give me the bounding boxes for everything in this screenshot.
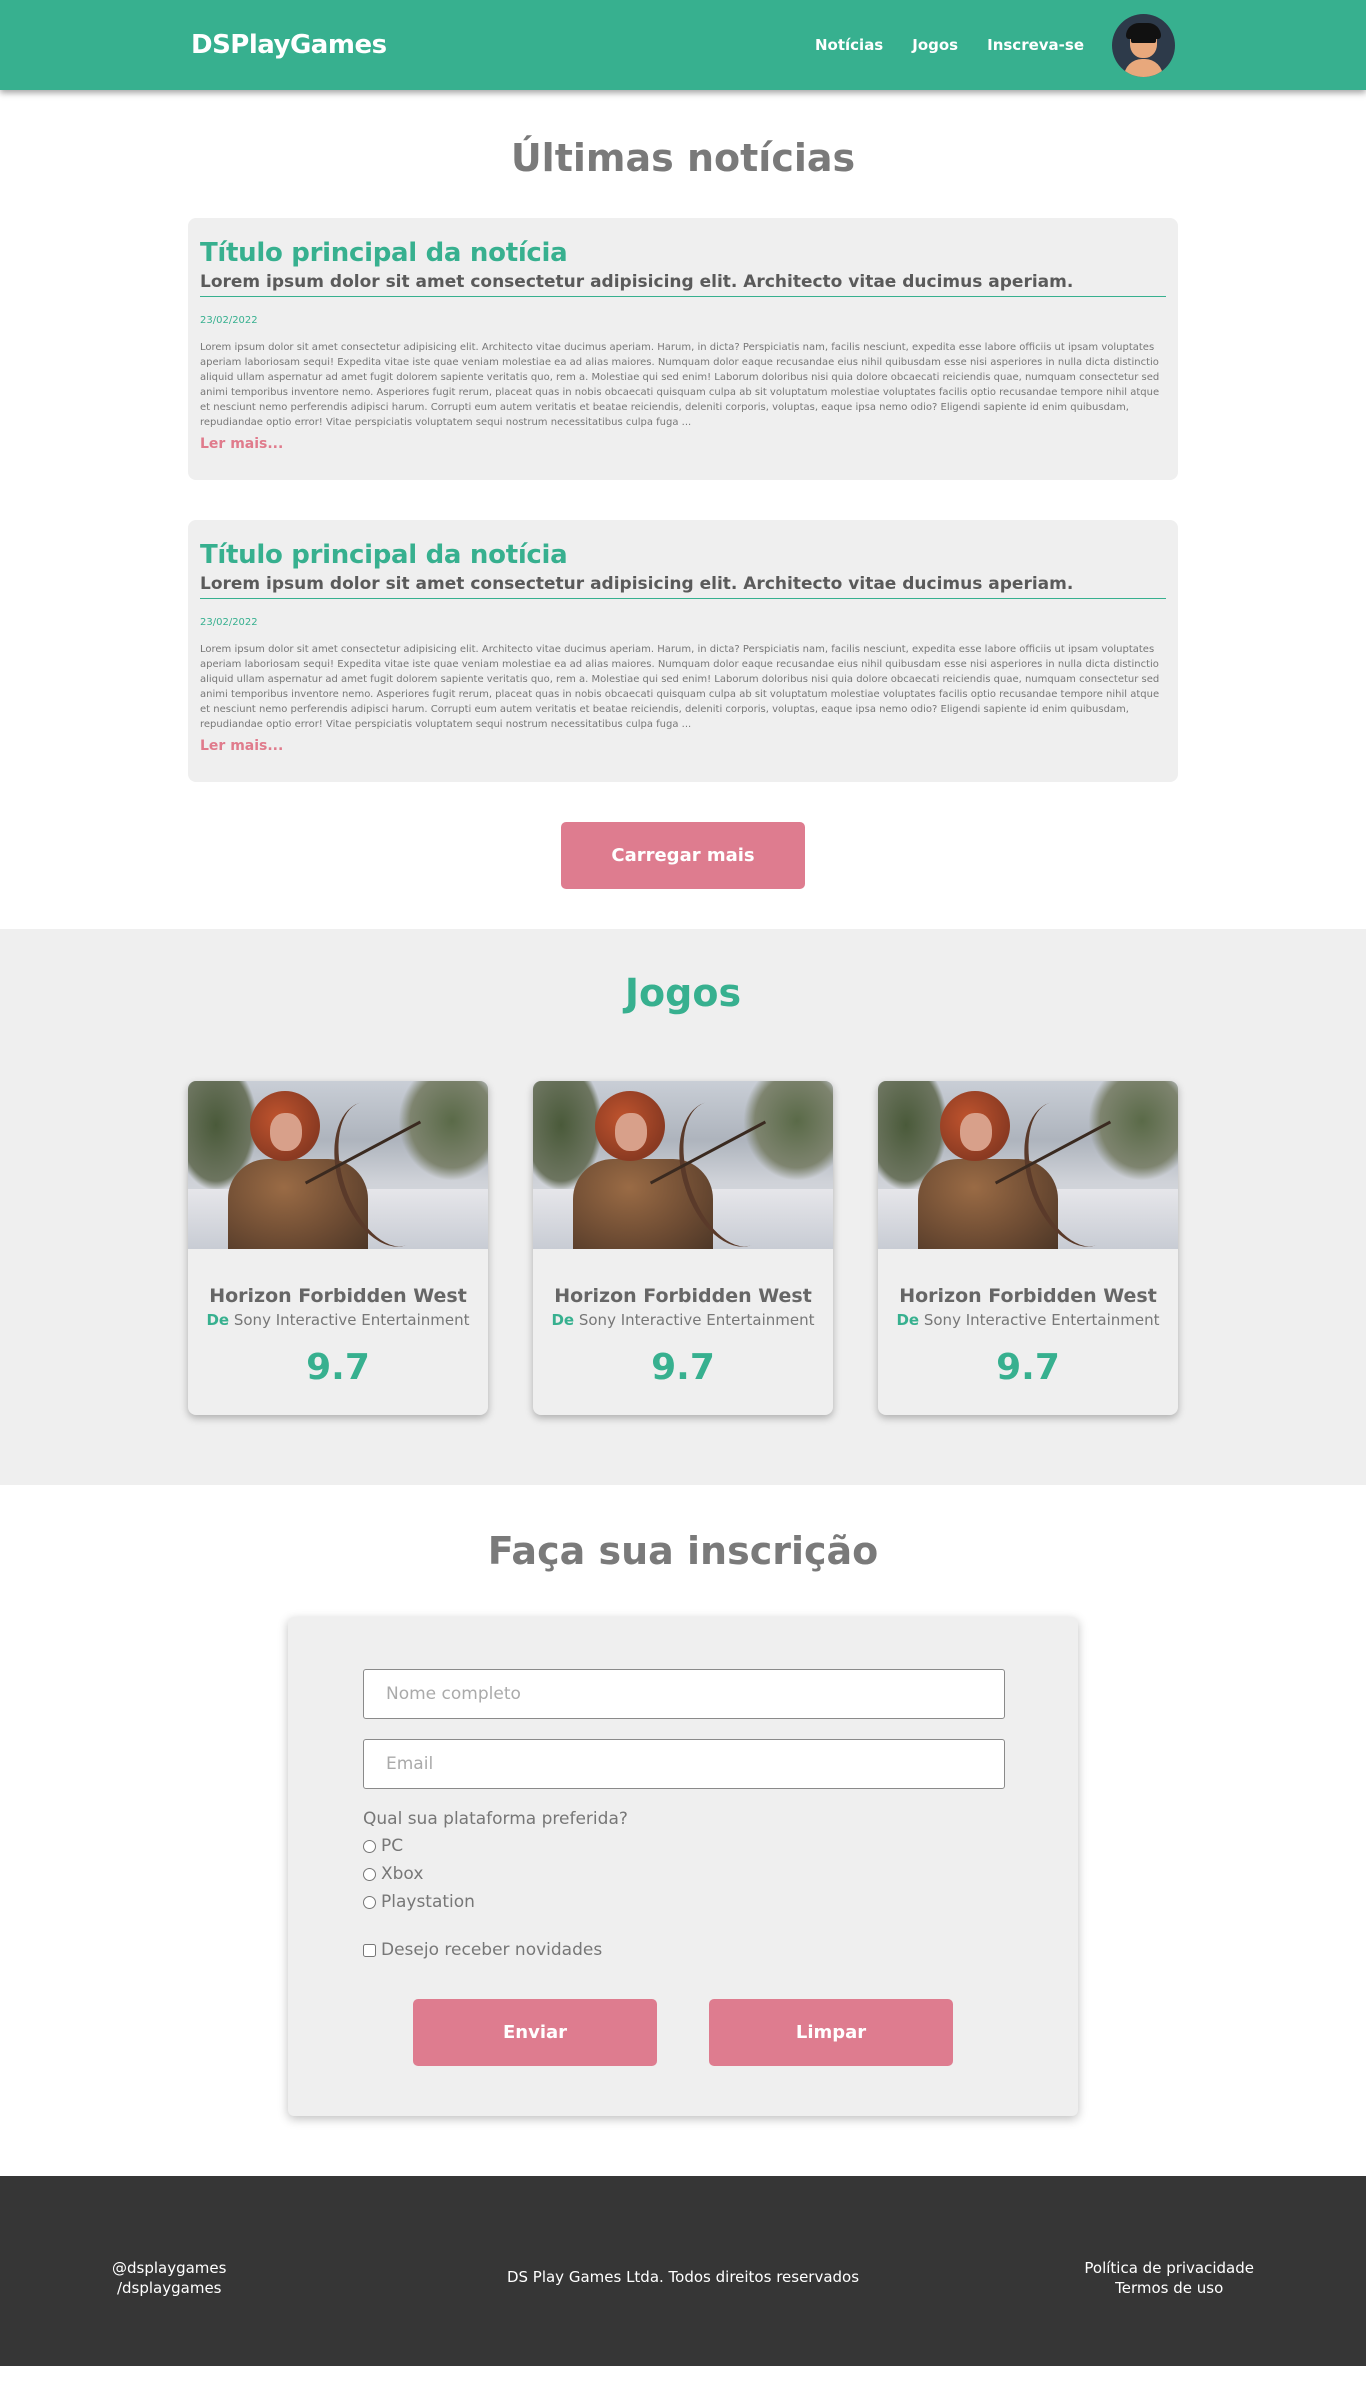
- nav-link-noticias[interactable]: Notícias: [815, 36, 883, 54]
- cover-character-face: [960, 1113, 992, 1151]
- game-card[interactable]: Horizon Forbidden West De Sony Interacti…: [533, 1081, 833, 1415]
- game-publisher: De Sony Interactive Entertainment: [878, 1311, 1178, 1329]
- site-header: DSPlayGames Notícias Jogos Inscreva-se: [0, 0, 1366, 90]
- game-publisher-name: Sony Interactive Entertainment: [578, 1311, 815, 1329]
- brand-logo[interactable]: DSPlayGames: [191, 30, 387, 60]
- platform-option-xbox[interactable]: Xbox: [363, 1863, 1003, 1885]
- cover-character-face: [615, 1113, 647, 1151]
- game-publisher-name: Sony Interactive Entertainment: [233, 1311, 470, 1329]
- newsletter-checkbox[interactable]: [363, 1943, 376, 1957]
- privacy-policy-link[interactable]: Política de privacidade: [1084, 2259, 1254, 2277]
- game-score: 9.7: [651, 1347, 715, 1388]
- platform-radio-xbox[interactable]: [363, 1867, 376, 1881]
- newsletter-option[interactable]: Desejo receber novidades: [363, 1939, 1003, 1961]
- newsletter-label: Desejo receber novidades: [381, 1940, 603, 1960]
- platform-option-label: Xbox: [381, 1864, 424, 1884]
- game-card[interactable]: Horizon Forbidden West De Sony Interacti…: [878, 1081, 1178, 1415]
- news-section-title: Últimas notícias: [510, 136, 856, 180]
- game-publisher-prefix: De: [206, 1311, 230, 1329]
- news-date: 23/02/2022: [200, 617, 258, 628]
- news-title: Título principal da notícia: [200, 238, 568, 268]
- game-cover-image: [878, 1081, 1178, 1249]
- game-publisher-prefix: De: [551, 1311, 575, 1329]
- games-section-title: Jogos: [624, 971, 742, 1015]
- footer-legal: Política de privacidade Termos de uso: [1084, 2258, 1254, 2298]
- full-name-input[interactable]: [363, 1669, 1005, 1719]
- game-name: Horizon Forbidden West: [209, 1285, 467, 1307]
- cover-character-face: [270, 1113, 302, 1151]
- platform-option-label: Playstation: [381, 1892, 475, 1912]
- avatar-glasses: [1131, 35, 1156, 43]
- platform-radio-pc[interactable]: [363, 1839, 376, 1853]
- game-name: Horizon Forbidden West: [554, 1285, 812, 1307]
- nav-link-jogos[interactable]: Jogos: [912, 36, 958, 54]
- signup-section-title: Faça sua inscrição: [487, 1529, 879, 1573]
- news-section: Últimas notícias Título principal da not…: [0, 90, 1366, 929]
- news-date: 23/02/2022: [200, 315, 258, 326]
- game-cover-image: [188, 1081, 488, 1249]
- news-body: Lorem ipsum dolor sit amet consectetur a…: [200, 342, 1160, 428]
- submit-button[interactable]: Enviar: [413, 1999, 657, 2066]
- form-buttons: Enviar Limpar: [363, 1999, 1003, 2066]
- load-more-wrap: Carregar mais: [0, 822, 1366, 889]
- news-title: Título principal da notícia: [200, 540, 568, 570]
- platform-radio-playstation[interactable]: [363, 1895, 376, 1909]
- games-grid: Horizon Forbidden West De Sony Interacti…: [188, 1081, 1178, 1415]
- signup-form: Qual sua plataforma preferida? PC Xbox P…: [288, 1617, 1078, 2116]
- news-card: Título principal da notícia Lorem ipsum …: [188, 218, 1178, 480]
- platform-option-pc[interactable]: PC: [363, 1835, 1003, 1857]
- signup-section: Faça sua inscrição Qual sua plataforma p…: [0, 1485, 1366, 2176]
- game-card[interactable]: Horizon Forbidden West De Sony Interacti…: [188, 1081, 488, 1415]
- game-publisher: De Sony Interactive Entertainment: [188, 1311, 488, 1329]
- load-more-button[interactable]: Carregar mais: [561, 822, 805, 889]
- game-cover-image: [533, 1081, 833, 1249]
- email-input[interactable]: [363, 1739, 1005, 1789]
- platform-question: Qual sua plataforma preferida?: [363, 1809, 628, 1829]
- nav-link-inscreva-se[interactable]: Inscreva-se: [987, 36, 1084, 54]
- news-body: Lorem ipsum dolor sit amet consectetur a…: [200, 644, 1160, 730]
- platform-option-label: PC: [381, 1836, 404, 1856]
- game-score: 9.7: [306, 1347, 370, 1388]
- game-name: Horizon Forbidden West: [899, 1285, 1157, 1307]
- read-more-link[interactable]: Ler mais...: [200, 436, 283, 452]
- game-publisher-name: Sony Interactive Entertainment: [923, 1311, 1160, 1329]
- site-footer: @dsplaygames /dsplaygames DS Play Games …: [0, 2176, 1366, 2366]
- news-subtitle: Lorem ipsum dolor sit amet consectetur a…: [200, 574, 1166, 599]
- game-publisher: De Sony Interactive Entertainment: [533, 1311, 833, 1329]
- header-inner: DSPlayGames Notícias Jogos Inscreva-se: [183, 0, 1183, 90]
- platform-option-playstation[interactable]: Playstation: [363, 1891, 1003, 1913]
- read-more-link[interactable]: Ler mais...: [200, 738, 283, 754]
- news-subtitle: Lorem ipsum dolor sit amet consectetur a…: [200, 272, 1166, 297]
- avatar-body: [1124, 58, 1163, 77]
- terms-of-use-link[interactable]: Termos de uso: [1115, 2279, 1223, 2297]
- game-score: 9.7: [996, 1347, 1060, 1388]
- games-section: Jogos Horizon Forbidden West De Sony Int…: [0, 929, 1366, 1485]
- clear-button[interactable]: Limpar: [709, 1999, 953, 2066]
- main-nav: Notícias Jogos Inscreva-se: [786, 13, 1175, 77]
- user-avatar[interactable]: [1112, 13, 1175, 77]
- game-publisher-prefix: De: [896, 1311, 920, 1329]
- news-card: Título principal da notícia Lorem ipsum …: [188, 520, 1178, 782]
